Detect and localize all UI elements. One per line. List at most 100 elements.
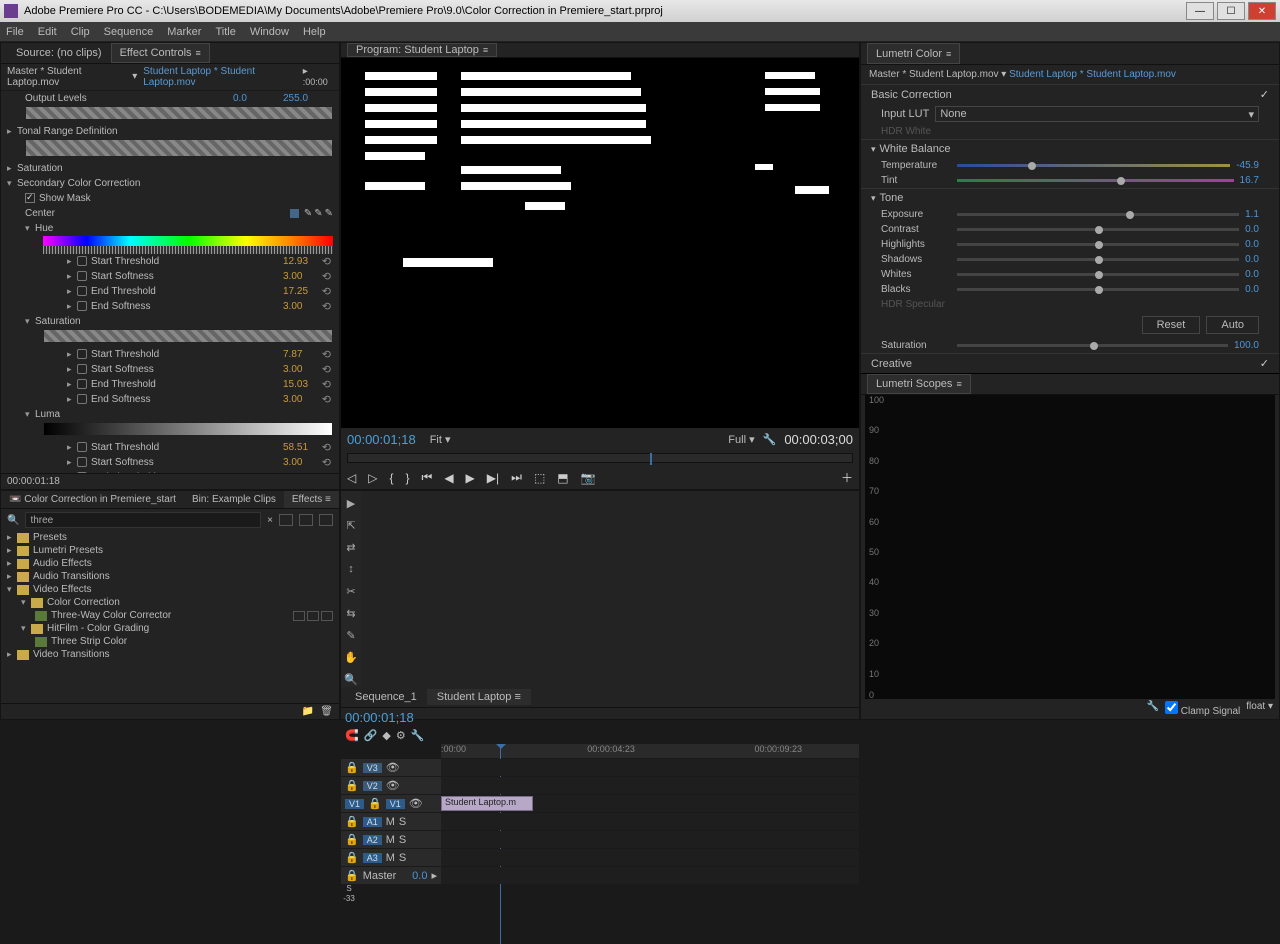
contrast-slider[interactable] <box>957 228 1239 231</box>
mark-out-button[interactable]: ▷ <box>368 471 377 485</box>
eyedropper-add-icon[interactable]: ✎ <box>314 208 322 219</box>
reset-icon[interactable]: ⟲ <box>322 441 331 454</box>
chevron-down-icon[interactable]: ▾ <box>132 71 137 82</box>
tint-slider[interactable] <box>957 179 1234 182</box>
track-lock-icon[interactable]: 🔒 <box>345 761 359 774</box>
tree-item-video-transitions[interactable]: Video Transitions <box>33 649 110 660</box>
tint-value[interactable]: 16.7 <box>1240 175 1259 186</box>
ec-master-clip[interactable]: Master * Student Laptop.mov <box>7 66 126 88</box>
output-levels-slider[interactable] <box>25 106 333 120</box>
source-tab[interactable]: Source: (no clips) <box>7 43 111 63</box>
sequence-tab-2[interactable]: Student Laptop ≡ <box>427 689 531 705</box>
luma-range-slider[interactable] <box>43 422 333 436</box>
track-visibility-toggle[interactable]: 👁 <box>386 779 400 792</box>
keyframe-toggle[interactable] <box>77 349 87 359</box>
keyframe-toggle[interactable] <box>77 286 87 296</box>
program-resolution-select[interactable]: Full ▾ <box>728 433 754 446</box>
shadows-value[interactable]: 0.0 <box>1245 254 1259 265</box>
center-color-swatch[interactable] <box>289 208 300 219</box>
track-lock-icon[interactable]: 🔒 <box>345 815 359 828</box>
timeline-ruler[interactable]: :00:00 00:00:04:23 00:00:09:23 <box>441 744 859 758</box>
bin-tab[interactable]: Bin: Example Clips <box>184 491 284 508</box>
master-level[interactable]: 0.0 <box>412 870 427 882</box>
tree-item-three-way[interactable]: Three-Way Color Corrector <box>51 610 171 621</box>
reset-icon[interactable]: ⟲ <box>322 285 331 298</box>
program-tab[interactable]: Program: Student Laptop≡ <box>347 43 497 57</box>
eyedropper-sub-icon[interactable]: ✎ <box>325 208 333 219</box>
scopes-display[interactable]: 100 90 80 70 60 50 40 30 20 10 0 <box>865 395 1275 699</box>
hue-range-slider[interactable] <box>43 246 333 254</box>
eyedropper-icon[interactable]: ✎ <box>304 208 312 219</box>
keyframe-toggle[interactable] <box>77 256 87 266</box>
mute-toggle[interactable]: M <box>386 834 395 846</box>
extract-button[interactable]: ⬒ <box>557 471 568 485</box>
track-lock-icon[interactable]: 🔒 <box>368 797 382 810</box>
disclosure-icon[interactable] <box>67 301 77 312</box>
tone-header[interactable]: Tone <box>861 188 1279 207</box>
disclosure-icon[interactable] <box>67 457 77 468</box>
step-back-button[interactable]: } <box>405 471 409 485</box>
temperature-slider[interactable] <box>957 164 1230 167</box>
contrast-value[interactable]: 0.0 <box>1245 224 1259 235</box>
frame-fwd-button[interactable]: ▶| <box>487 471 499 485</box>
exposure-slider[interactable] <box>957 213 1239 216</box>
new-bin-button[interactable]: 📁 <box>302 706 314 717</box>
wrench-icon[interactable]: 🔧 <box>763 433 777 446</box>
track-v2[interactable]: V2 <box>363 781 382 791</box>
whites-value[interactable]: 0.0 <box>1245 269 1259 280</box>
keyframe-toggle[interactable] <box>77 472 87 473</box>
disclosure-icon[interactable] <box>7 178 17 189</box>
blacks-slider[interactable] <box>957 288 1239 291</box>
panel-menu-icon[interactable]: ≡ <box>946 49 951 59</box>
reset-icon[interactable]: ⟲ <box>322 378 331 391</box>
exposure-value[interactable]: 1.1 <box>1245 209 1259 220</box>
prev-frame-button[interactable]: ⏮ <box>422 470 433 485</box>
timeline-clip[interactable]: Student Laptop.m <box>441 796 533 811</box>
effects-search-input[interactable] <box>25 512 261 528</box>
reset-button[interactable]: Reset <box>1142 316 1201 334</box>
disclosure-icon[interactable] <box>7 571 17 582</box>
shadows-slider[interactable] <box>957 258 1239 261</box>
reset-icon[interactable]: ⟲ <box>322 300 331 313</box>
output-levels-hi[interactable]: 255.0 <box>283 93 333 104</box>
track-v3[interactable]: V3 <box>363 763 382 773</box>
track-a2[interactable]: A2 <box>363 835 382 845</box>
program-monitor-viewport[interactable] <box>341 58 859 428</box>
lift-button[interactable]: ⬚ <box>534 471 545 485</box>
effects-tab[interactable]: Effects ≡ <box>284 491 339 508</box>
disclosure-icon[interactable] <box>67 364 77 375</box>
disclosure-icon[interactable] <box>7 126 17 137</box>
wrench-icon[interactable]: 🔧 <box>411 729 425 742</box>
tree-item-three-strip[interactable]: Three Strip Color <box>51 636 127 647</box>
keyframe-toggle[interactable] <box>77 271 87 281</box>
whites-slider[interactable] <box>957 273 1239 276</box>
creative-header[interactable]: Creative✓ <box>861 353 1279 373</box>
keyframe-toggle[interactable] <box>77 301 87 311</box>
mute-toggle[interactable]: M <box>386 852 395 864</box>
tree-item-color-correction[interactable]: Color Correction <box>47 597 120 608</box>
marker-button[interactable]: ◆ <box>382 729 390 742</box>
ripple-edit-tool[interactable]: ⇄ <box>344 541 358 555</box>
go-to-in-button[interactable]: { <box>389 471 393 485</box>
snap-toggle[interactable]: 🧲 <box>345 729 359 742</box>
disclosure-icon[interactable] <box>67 442 77 453</box>
track-lock-icon[interactable]: 🔒 <box>345 851 359 864</box>
tree-item-audio-effects[interactable]: Audio Effects <box>33 558 92 569</box>
blacks-value[interactable]: 0.0 <box>1245 284 1259 295</box>
panel-menu-icon[interactable]: ≡ <box>956 379 961 389</box>
lumetri-sequence-clip[interactable]: Student Laptop * Student Laptop.mov <box>1009 69 1176 80</box>
tree-item-hitfilm[interactable]: HitFilm - Color Grading <box>47 623 149 634</box>
disclosure-icon[interactable] <box>67 394 77 405</box>
program-zoom-select[interactable]: Fit ▾ <box>430 433 451 446</box>
disclosure-icon[interactable] <box>67 349 77 360</box>
menu-file[interactable]: File <box>6 26 24 38</box>
lumetri-scopes-tab[interactable]: Lumetri Scopes≡ <box>867 374 971 394</box>
expand-icon[interactable]: ▸ <box>431 869 437 882</box>
menu-marker[interactable]: Marker <box>167 26 201 38</box>
panel-menu-icon[interactable]: ≡ <box>483 45 488 55</box>
project-tab[interactable]: 📼 Color Correction in Premiere_start <box>1 491 184 508</box>
hand-tool[interactable]: ✋ <box>344 651 358 665</box>
reset-icon[interactable]: ⟲ <box>322 393 331 406</box>
effect-controls-tab[interactable]: Effect Controls≡ <box>111 43 210 63</box>
keyframe-toggle[interactable] <box>77 379 87 389</box>
